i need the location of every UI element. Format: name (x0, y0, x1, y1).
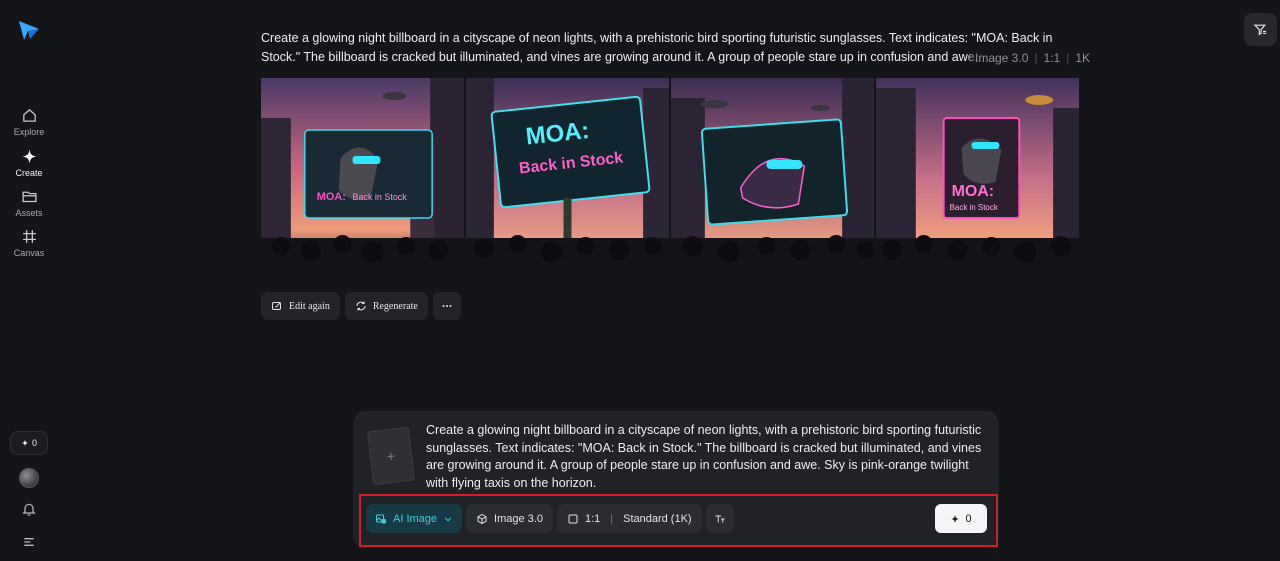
generated-image-3[interactable] (671, 78, 874, 280)
model-selector[interactable]: Image 3.0 (466, 504, 553, 533)
aspect-ratio-icon (568, 514, 578, 523)
meta-model: Image 3.0 (975, 50, 1029, 65)
result-actions: Edit again Regenerate (261, 292, 461, 320)
chevron-down-icon (444, 516, 452, 521)
billboard-text-2: Back in Stock (950, 203, 998, 212)
sidebar: Explore Create Assets Canvas 0 (0, 0, 58, 561)
regenerate-label: Regenerate (372, 300, 418, 312)
sidebar-item-label: Create (15, 168, 43, 178)
edit-icon (272, 302, 281, 310)
reference-image-upload[interactable]: + (366, 426, 416, 486)
image-mode-icon (376, 514, 386, 523)
canvas-grid-icon (22, 230, 36, 243)
diamond-sparkle-icon (21, 149, 37, 164)
generate-button[interactable]: 0 (935, 504, 987, 533)
model-label: Image 3.0 (494, 512, 543, 525)
menu-icon[interactable] (21, 534, 37, 550)
filter-button[interactable] (1244, 13, 1277, 46)
folder-icon (21, 191, 37, 203)
avatar[interactable] (19, 468, 39, 488)
sidebar-item-assets[interactable]: Assets (0, 188, 58, 218)
ratio-label: 1:1 (584, 512, 601, 525)
text-size-icon (715, 515, 725, 522)
credits-badge[interactable]: 0 (10, 431, 48, 455)
billboard-text-1: MOA: (317, 191, 346, 203)
meta-resolution: 1K (1075, 50, 1090, 65)
generated-image-4[interactable]: MOA: Back in Stock (876, 78, 1079, 280)
generate-cost: 0 (965, 512, 972, 525)
generated-image-2[interactable]: MOA: Back in Stock (466, 78, 669, 280)
credits-count: 0 (31, 438, 37, 448)
size-selector[interactable]: 1:1 | Standard (1K) (556, 504, 702, 533)
meta-ratio: 1:1 (1043, 50, 1061, 65)
billboard-text-2: Back in Stock (353, 192, 408, 202)
text-style-button[interactable] (705, 504, 734, 533)
composer-toolbar: AI Image Image 3.0 1:1 | Standard (1K) (366, 504, 734, 533)
mode-selector[interactable]: AI Image (366, 504, 463, 533)
home-icon (22, 108, 36, 122)
mode-label: AI Image (393, 512, 438, 525)
generated-image-1[interactable]: MOA: Back in Stock (261, 78, 464, 280)
sidebar-item-label: Canvas (13, 248, 45, 258)
sparkle-icon (21, 439, 29, 447)
quality-label: Standard (1K) (623, 512, 692, 525)
edit-again-label: Edit again (289, 300, 330, 312)
more-button[interactable] (432, 292, 461, 320)
result-prompt: Create a glowing night billboard in a ci… (261, 31, 1053, 64)
cube-icon (477, 513, 487, 524)
refresh-icon (356, 301, 366, 311)
more-icon (442, 305, 452, 307)
sidebar-item-explore[interactable]: Explore (0, 107, 58, 137)
prompt-input[interactable]: Create a glowing night billboard in a ci… (426, 422, 986, 493)
sidebar-item-label: Explore (13, 127, 45, 137)
bell-icon[interactable] (21, 501, 37, 517)
filter-icon (1253, 24, 1267, 36)
regenerate-button[interactable]: Regenerate (344, 292, 428, 320)
result-meta: Image 3.0 | 1:1 | 1K (968, 48, 1090, 67)
logo-icon[interactable] (17, 18, 41, 42)
billboard-text-1: MOA: (952, 183, 994, 200)
generated-images: MOA: Back in Stock MOA: Back in Stock MO… (261, 78, 1079, 280)
sparkle-icon (951, 514, 960, 523)
sidebar-item-canvas[interactable]: Canvas (0, 228, 58, 258)
sidebar-item-label: Assets (15, 208, 43, 218)
sidebar-item-create[interactable]: Create (0, 148, 58, 178)
edit-again-button[interactable]: Edit again (261, 292, 340, 320)
